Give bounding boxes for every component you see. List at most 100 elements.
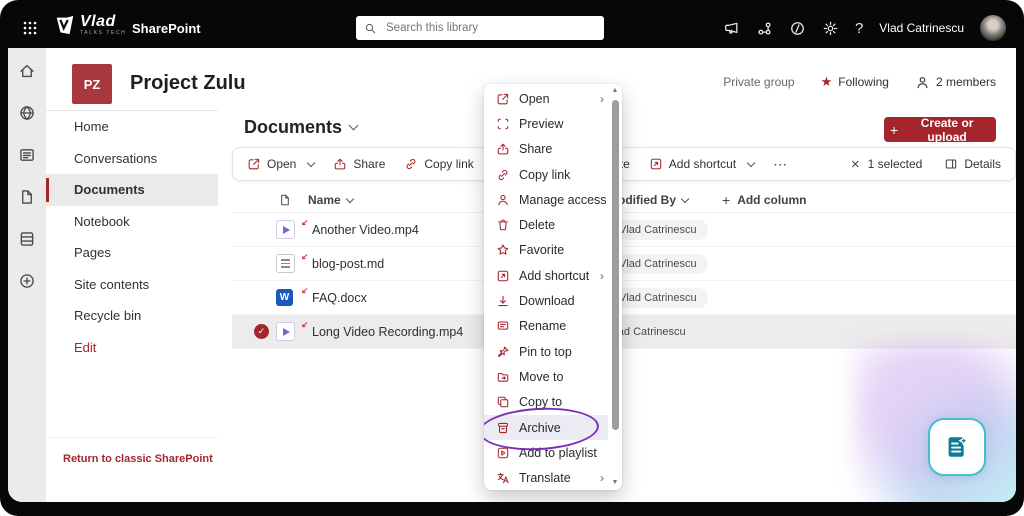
toolbar-copy-link-button[interactable]: Copy link [404,157,473,171]
menu-item-pin-to-top[interactable]: Pin to top [484,339,608,364]
sidebar-item-edit[interactable]: Edit [46,332,218,364]
toolbar-more-button[interactable]: ⋯ [773,156,788,173]
menu-item-share[interactable]: Share [484,137,608,162]
product-name[interactable]: SharePoint [132,21,201,36]
menu-item-rename[interactable]: Rename [484,314,608,339]
link-icon [496,168,510,182]
megaphone-button[interactable] [723,20,740,37]
gear-button[interactable] [822,20,839,37]
rail-library-button[interactable] [18,230,36,248]
toolbar-add-shortcut-button[interactable]: Add shortcut [649,157,754,171]
sidebar-item-recycle-bin[interactable]: Recycle bin [46,300,218,332]
details-pane-button[interactable]: Details [944,157,1001,171]
menu-item-copy-to[interactable]: Copy to [484,390,608,415]
sharedarrow-icon [300,253,309,262]
chevron-down-icon [681,195,689,203]
sidebar-item-label: Home [74,119,109,134]
scroll-up-icon[interactable]: ▲ [612,86,619,96]
file-name[interactable]: FAQ.docx [312,291,367,305]
rail-news-button[interactable] [18,146,36,164]
submenu-chevron-icon: › [600,269,604,283]
search-input[interactable] [384,21,596,35]
clear-selection-button[interactable]: × 1 selected [851,157,922,172]
site-title[interactable]: Project Zulu [130,72,246,95]
star-icon [496,243,510,257]
search-box[interactable] [356,16,604,40]
menu-scrollbar[interactable]: ▲ ▼ [609,86,621,488]
file-name[interactable]: Another Video.mp4 [312,223,419,237]
menu-item-add-to-playlist[interactable]: Add to playlist [484,440,608,465]
share-icon [333,157,347,171]
rail-home-button[interactable] [18,62,36,80]
menu-item-download[interactable]: Download [484,288,608,313]
scrollbar-thumb[interactable] [612,100,619,430]
submenu-chevron-icon: › [600,92,604,106]
privacy-label: Private group [723,75,794,89]
app-launcher-button[interactable] [22,20,38,36]
toolbar-open-button[interactable]: Open [247,157,314,171]
site-logo[interactable]: PZ [72,64,112,104]
table-row[interactable]: blog-post.md Vlad Catrinescu [232,247,1016,281]
library-title[interactable]: Documents [244,117,357,138]
menu-item-copy-link[interactable]: Copy link [484,162,608,187]
menu-item-favorite[interactable]: Favorite [484,238,608,263]
menu-item-delete[interactable]: Delete [484,212,608,237]
scroll-down-icon[interactable]: ▼ [612,478,619,488]
modified-by-pill[interactable]: Vlad Catrinescu [608,288,708,308]
markdown-file-icon [276,254,295,273]
nav-divider [46,437,218,438]
rail-globe-button[interactable] [18,104,36,122]
create-or-upload-button[interactable]: + Create or upload [884,117,996,142]
waffle-icon [22,20,38,36]
brand-name: Vlad [80,14,126,30]
rail-page-button[interactable] [18,188,36,206]
members-button[interactable]: 2 members [915,75,996,90]
menu-item-manage-access[interactable]: Manage access [484,187,608,212]
rail-addcircle-button[interactable] [18,272,36,290]
sidebar-item-site-contents[interactable]: Site contents [46,269,218,301]
name-column-header[interactable]: Name [308,193,353,207]
orgchart-button[interactable] [756,20,773,37]
menu-item-archive[interactable]: Archive [484,415,608,440]
menu-item-move-to[interactable]: Move to [484,364,608,389]
sidebar-item-notebook[interactable]: Notebook [46,206,218,238]
file-name[interactable]: Long Video Recording.mp4 [312,325,463,339]
menu-item-open[interactable]: Open › [484,86,608,111]
toolbar-share-button[interactable]: Share [333,157,385,171]
menu-item-label: Favorite [519,243,564,257]
table-row[interactable]: W FAQ.docx Vlad Catrinescu [232,281,1016,315]
account-name[interactable]: Vlad Catrinescu [879,21,964,35]
open-icon [247,157,261,171]
window-frame: Vlad TALKS TECH SharePoint ? Vlad Catrine… [0,0,1024,516]
return-to-classic-link[interactable]: Return to classic SharePoint [63,452,213,466]
submenu-chevron-icon: › [600,471,604,485]
library-title-label: Documents [244,117,342,138]
suite-top-bar: Vlad TALKS TECH SharePoint ? Vlad Catrine… [8,8,1016,48]
brand-logo[interactable]: Vlad TALKS TECH [54,14,126,36]
table-row[interactable]: ✓ Long Video Recording.mp4 ⋯ Vlad Catrin… [232,315,1016,349]
sidebar-item-pages[interactable]: Pages [46,237,218,269]
assistant-notes-button[interactable] [928,418,986,476]
addcircle-icon [18,272,36,290]
file-name[interactable]: blog-post.md [312,257,384,271]
sidebar-item-documents[interactable]: Documents [46,174,218,206]
following-button[interactable]: ★ Following [821,74,889,90]
selected-check-icon[interactable]: ✓ [254,324,269,339]
help-button[interactable]: ? [855,20,863,37]
menu-item-add-shortcut[interactable]: Add shortcut › [484,263,608,288]
sidebar-item-home[interactable]: Home [46,111,218,143]
menu-item-translate[interactable]: Translate › [484,465,608,490]
devmode-button[interactable] [789,20,806,37]
move-icon [496,370,510,384]
account-avatar[interactable] [980,15,1006,41]
modified-by-pill[interactable]: Vlad Catrinescu [608,220,708,240]
menu-item-preview[interactable]: Preview [484,111,608,136]
menu-item-label: Delete [519,218,555,232]
share-icon [496,142,510,156]
add-column-label: Add column [737,193,806,207]
table-row[interactable]: Another Video.mp4 Vlad Catrinescu [232,213,1016,247]
sidebar-item-conversations[interactable]: Conversations [46,143,218,175]
app-rail [8,48,46,502]
modified-by-pill[interactable]: Vlad Catrinescu [608,254,708,274]
add-column-button[interactable]: + Add column [722,192,807,208]
